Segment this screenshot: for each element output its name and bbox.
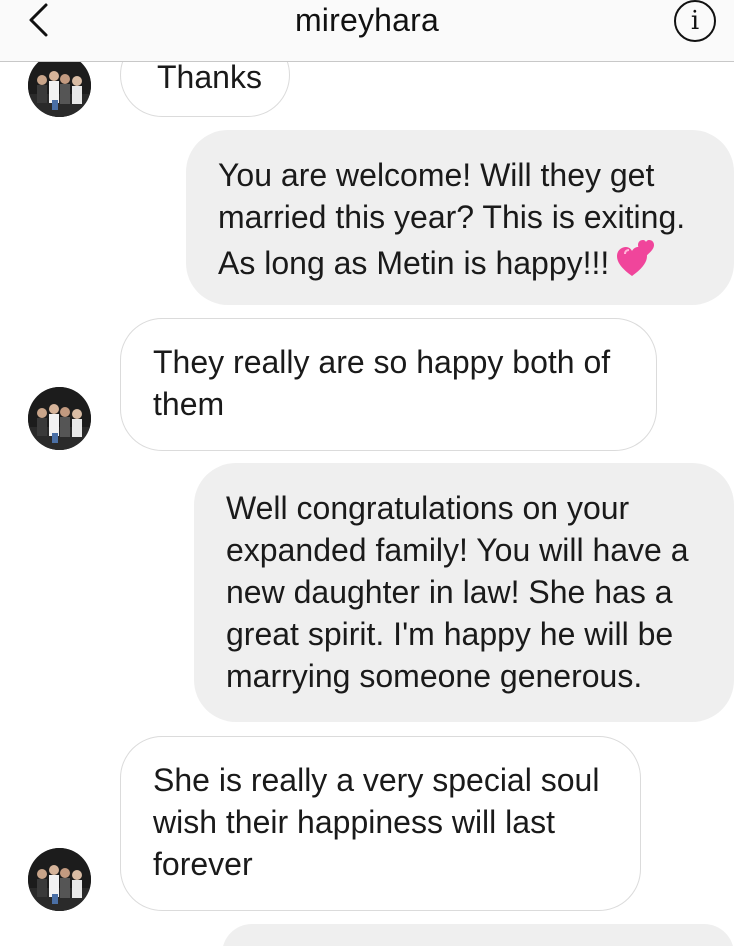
message-text: You are welcome! Will they get married t… xyxy=(218,157,686,281)
outgoing-message[interactable] xyxy=(222,924,734,946)
incoming-message[interactable]: She is really a very special soul wish t… xyxy=(120,736,641,911)
avatar[interactable] xyxy=(28,848,91,911)
two-hearts-icon xyxy=(617,240,655,276)
incoming-message[interactable]: They really are so happy both of them xyxy=(120,318,657,451)
avatar[interactable] xyxy=(28,387,91,450)
avatar-photo xyxy=(28,54,91,117)
info-icon: i xyxy=(690,6,700,36)
avatar-photo xyxy=(28,387,91,450)
outgoing-message[interactable]: You are welcome! Will they get married t… xyxy=(186,130,734,305)
message-text: Thanks xyxy=(157,59,262,95)
conversation-title[interactable]: mireyhara xyxy=(0,2,734,39)
message-text: Well congratulations on your expanded fa… xyxy=(226,490,689,694)
message-text: They really are so happy both of them xyxy=(153,344,611,422)
avatar-photo xyxy=(28,848,91,911)
message-text: She is really a very special soul wish t… xyxy=(153,762,600,882)
info-button[interactable]: i xyxy=(674,0,716,42)
message-thread[interactable]: Thanks You are welcome! Will they get ma… xyxy=(0,0,734,946)
conversation-header: mireyhara i xyxy=(0,0,734,62)
outgoing-message[interactable]: Well congratulations on your expanded fa… xyxy=(194,463,734,722)
avatar[interactable] xyxy=(28,54,91,117)
